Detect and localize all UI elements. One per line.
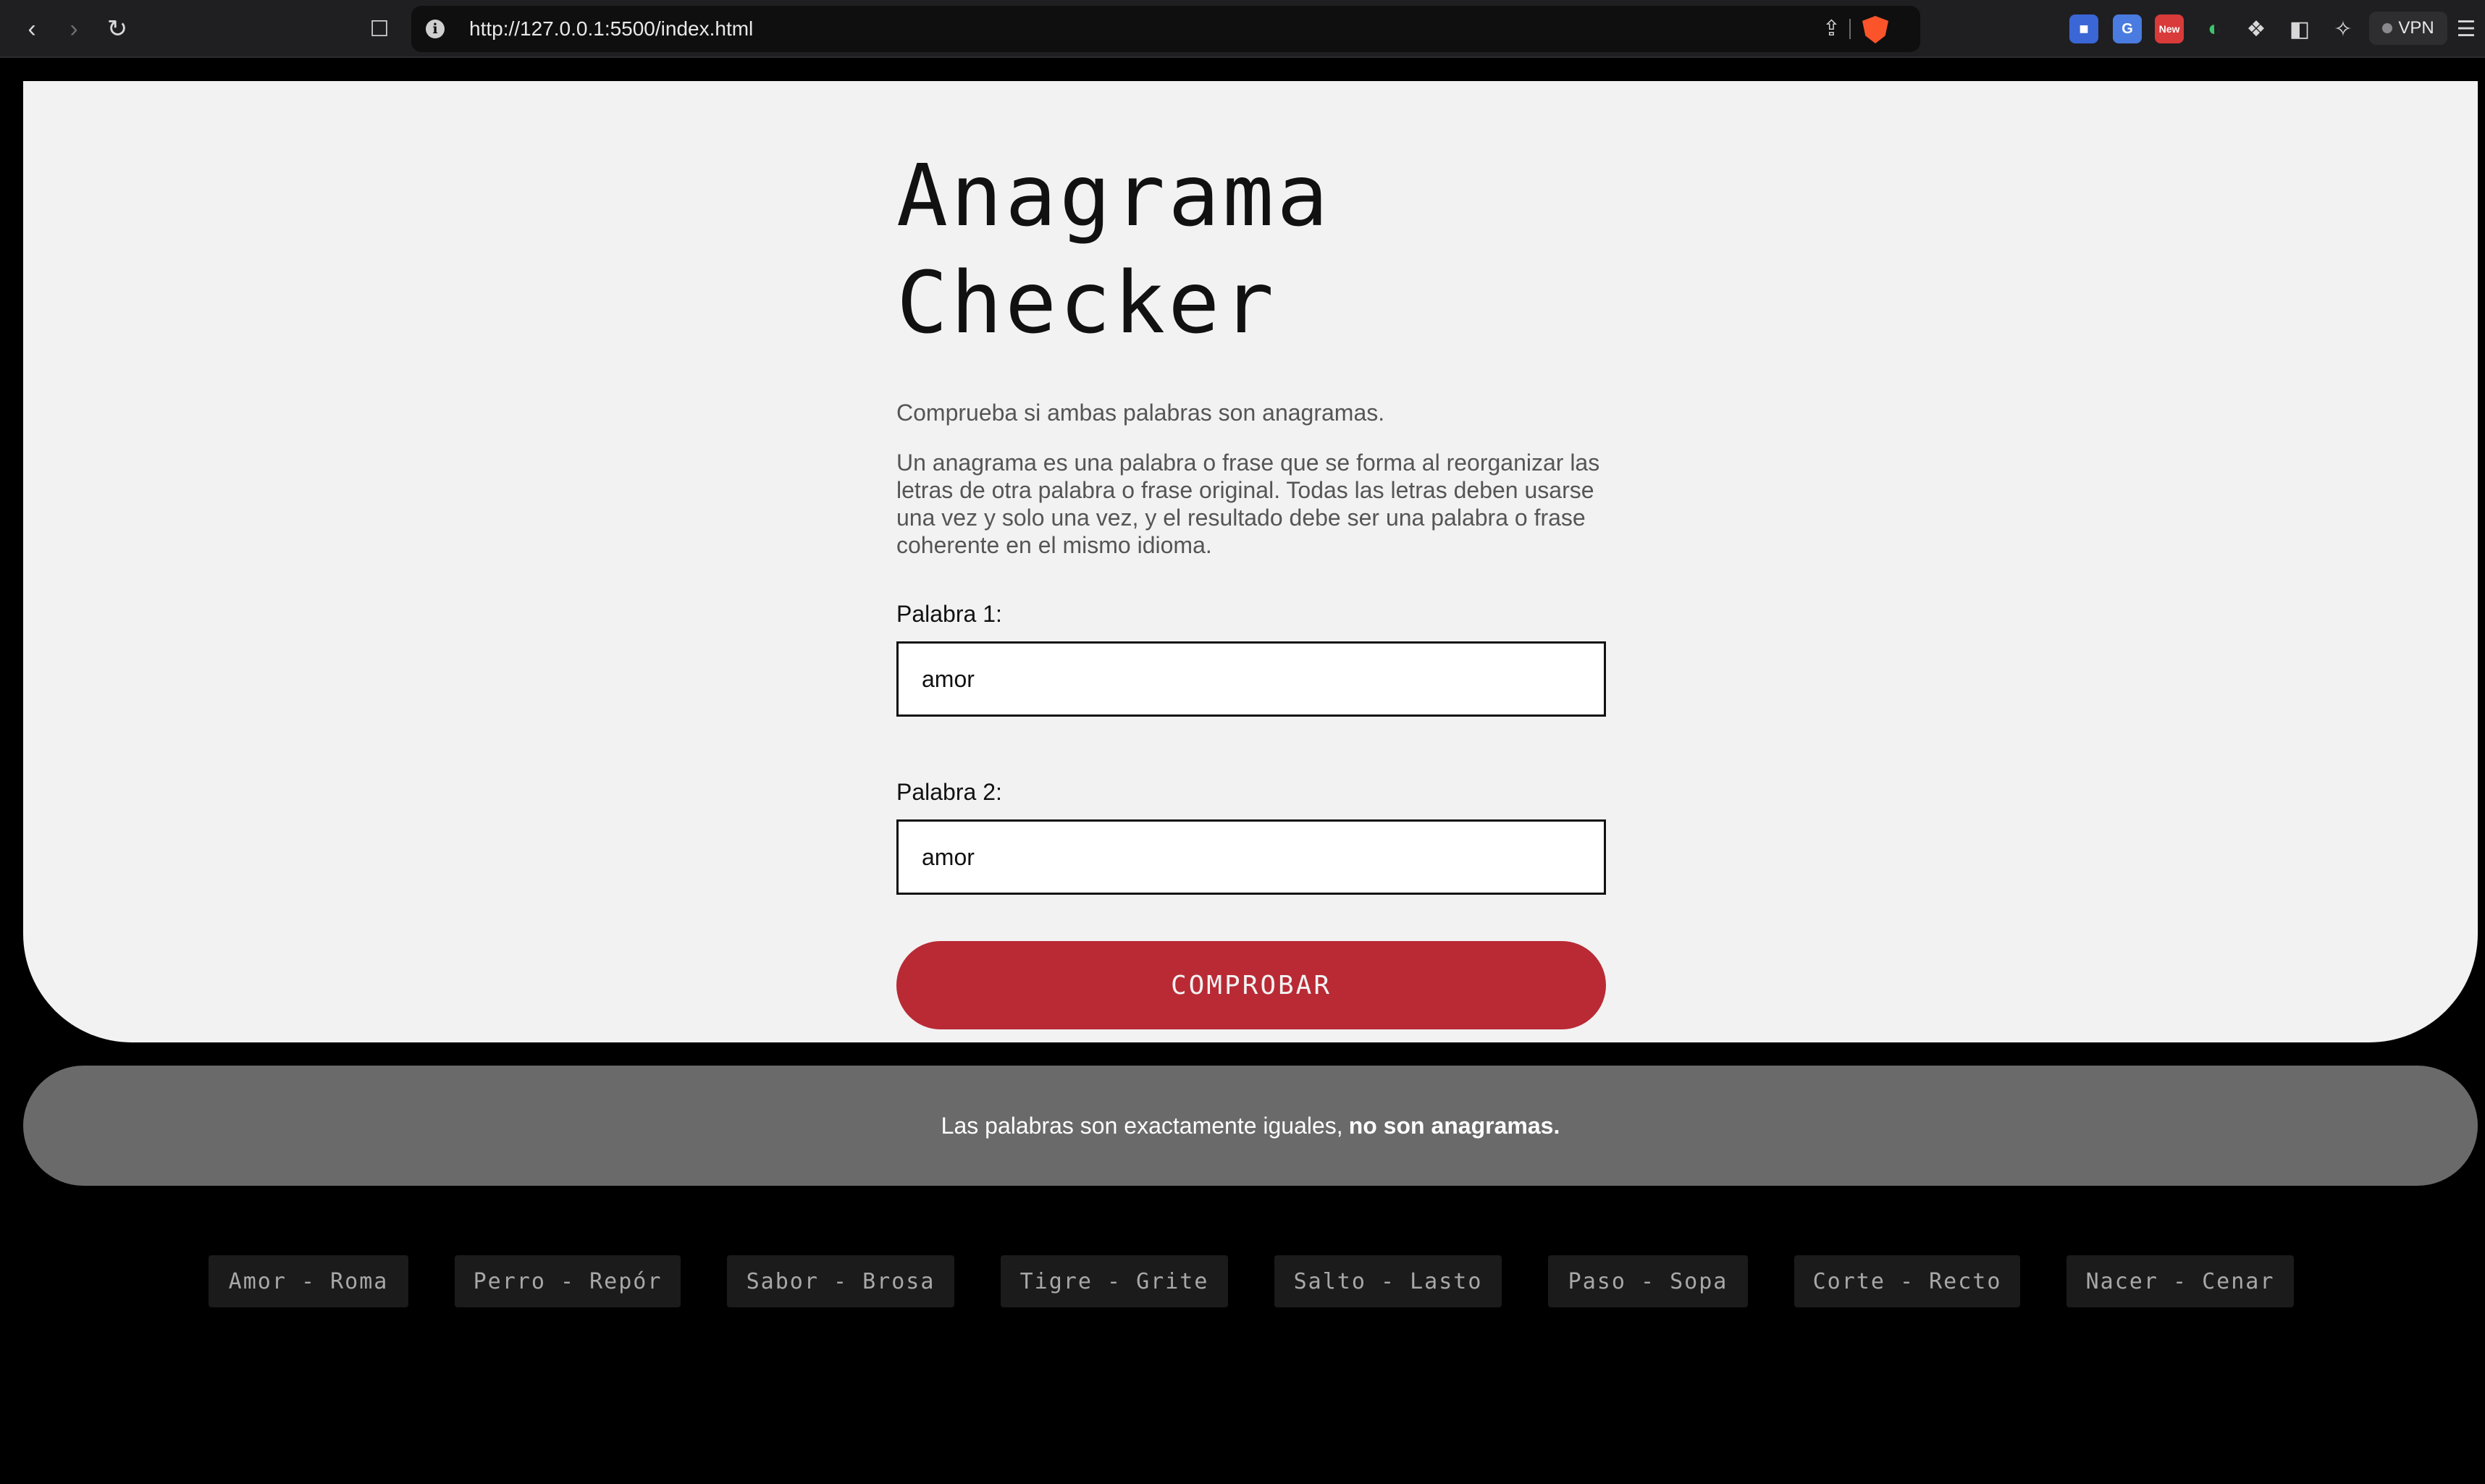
word2-value: amor: [922, 843, 975, 870]
url-text[interactable]: http://127.0.0.1:5500/index.html: [469, 17, 753, 41]
brave-shield-icon[interactable]: [1862, 16, 1888, 43]
description: Un anagrama es una palabra o frase que s…: [896, 450, 1600, 558]
sidebar-icon[interactable]: ◧: [2285, 14, 2314, 43]
site-info-icon[interactable]: i: [426, 20, 445, 38]
menu-icon[interactable]: ☰: [2452, 14, 2481, 43]
word2-label: Palabra 2:: [896, 779, 1002, 805]
extensions-puzzle-icon[interactable]: ❖: [2242, 14, 2271, 43]
check-button[interactable]: COMPROBAR: [896, 941, 1606, 1029]
examples-list: Amor - Roma Perro - Repór Sabor - Brosa …: [0, 1255, 2485, 1307]
example-chip[interactable]: Salto - Lasto: [1274, 1255, 1502, 1307]
share-icon[interactable]: ⇪: [1822, 16, 1841, 41]
leo-ai-icon[interactable]: ✧: [2329, 14, 2358, 43]
word1-input[interactable]: amor: [896, 641, 1606, 717]
example-chip[interactable]: Corte - Recto: [1794, 1255, 2020, 1307]
example-chip[interactable]: Tigre - Grite: [1001, 1255, 1228, 1307]
address-bar[interactable]: i http://127.0.0.1:5500/index.html ⇪: [411, 6, 1920, 52]
extension-shield-icon[interactable]: ■: [2069, 14, 2098, 43]
page-title: Anagrama Checker: [896, 142, 1606, 356]
vpn-button[interactable]: VPN: [2369, 12, 2447, 45]
result-emphasis: no son anagramas.: [1348, 1112, 1560, 1139]
example-chip[interactable]: Sabor - Brosa: [727, 1255, 954, 1307]
reload-icon[interactable]: ↻: [98, 10, 136, 48]
example-chip[interactable]: Amor - Roma: [209, 1255, 408, 1307]
forward-icon[interactable]: ›: [55, 10, 93, 48]
word2-input[interactable]: amor: [896, 819, 1606, 895]
browser-toolbar: ‹ › ↻ ☐ i http://127.0.0.1:5500/index.ht…: [0, 0, 2485, 58]
title-line-2: Checker: [896, 253, 1277, 353]
translate-icon[interactable]: G: [2113, 14, 2142, 43]
extension-leaf-icon[interactable]: ◐: [2200, 14, 2229, 43]
bookmark-icon[interactable]: ☐: [361, 10, 398, 48]
vpn-status-dot: [2382, 23, 2393, 33]
divider: [1849, 19, 1851, 39]
example-chip[interactable]: Perro - Repór: [455, 1255, 681, 1307]
word1-value: amor: [922, 665, 975, 692]
new-badge: New: [2158, 23, 2180, 35]
checker-content: Anagrama Checker Comprueba si ambas pala…: [896, 142, 1606, 1029]
title-line-1: Anagrama: [896, 146, 1332, 245]
result-message: Las palabras son exactamente iguales,: [941, 1112, 1343, 1139]
vpn-label: VPN: [2398, 18, 2434, 38]
example-chip[interactable]: Nacer - Cenar: [2066, 1255, 2294, 1307]
word1-label: Palabra 1:: [896, 601, 1002, 627]
result-banner: Las palabras son exactamente iguales, no…: [23, 1066, 2478, 1186]
subtitle: Comprueba si ambas palabras son anagrama…: [896, 400, 1385, 426]
back-icon[interactable]: ‹: [13, 10, 51, 48]
extension-new-icon[interactable]: New: [2155, 14, 2184, 43]
example-chip[interactable]: Paso - Sopa: [1548, 1255, 1748, 1307]
checker-card: Anagrama Checker Comprueba si ambas pala…: [23, 81, 2478, 1042]
